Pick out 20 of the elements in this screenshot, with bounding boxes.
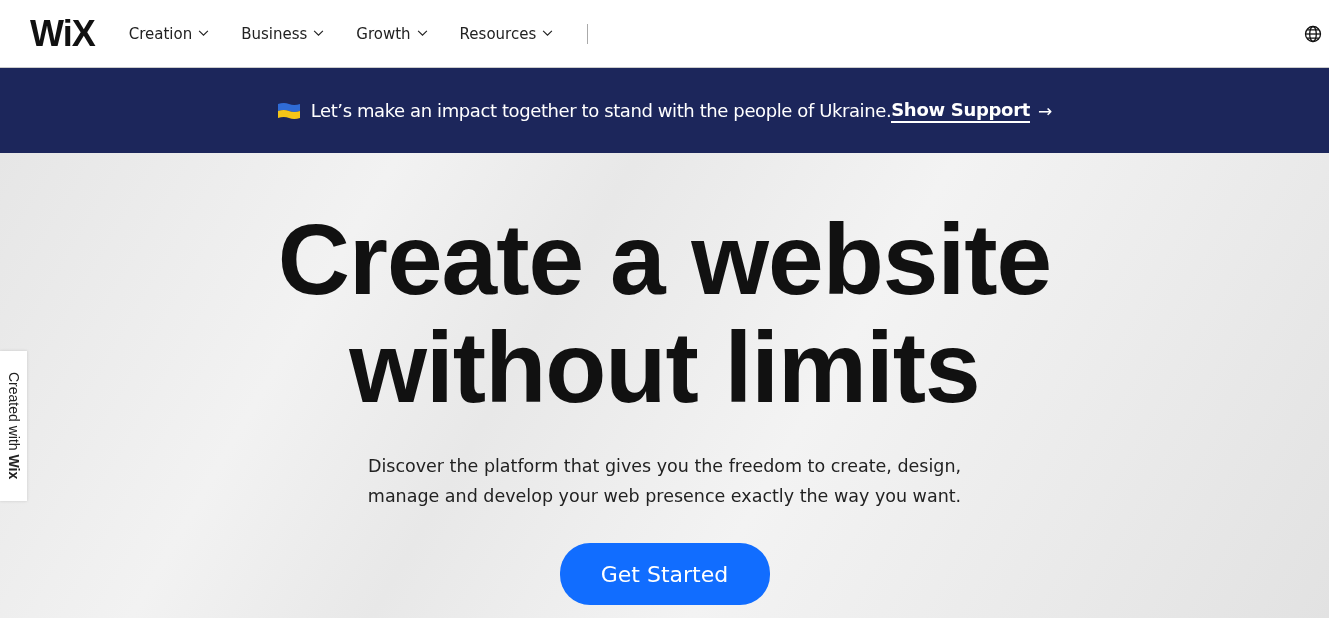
arrow-icon[interactable]: → (1038, 100, 1053, 121)
globe-icon[interactable] (1304, 24, 1322, 43)
show-support-link[interactable]: Show Support (891, 98, 1031, 123)
nav-menu-item[interactable]: Business (241, 24, 325, 43)
logo[interactable]: WiX (30, 15, 95, 52)
hero-description: Discover the platform that gives you the freedom to create, design, manage and develop your web presence exactly the way you want. (366, 455, 963, 508)
nav-menu-item[interactable]: Creation (128, 24, 210, 43)
created-with-text: Created with Wix (5, 372, 22, 480)
chevron-down-icon[interactable] (313, 30, 325, 37)
flag-icon (276, 101, 301, 120)
chevron-down-icon[interactable] (542, 30, 554, 37)
hero-title: Create a website (277, 205, 1052, 313)
banner-text: Let’s make an impact together to stand with the people of Ukraine. (310, 100, 892, 121)
hero-title: without limits (348, 313, 981, 421)
nav-menu-item[interactable]: Growth (356, 24, 428, 43)
chevron-down-icon[interactable] (416, 30, 428, 37)
side-tab[interactable]: Created with Wix (0, 351, 27, 501)
chevron-down-icon[interactable] (198, 30, 210, 37)
get-started-button[interactable]: Get Started (559, 543, 770, 605)
nav-menu-item[interactable]: Resources (459, 24, 554, 43)
